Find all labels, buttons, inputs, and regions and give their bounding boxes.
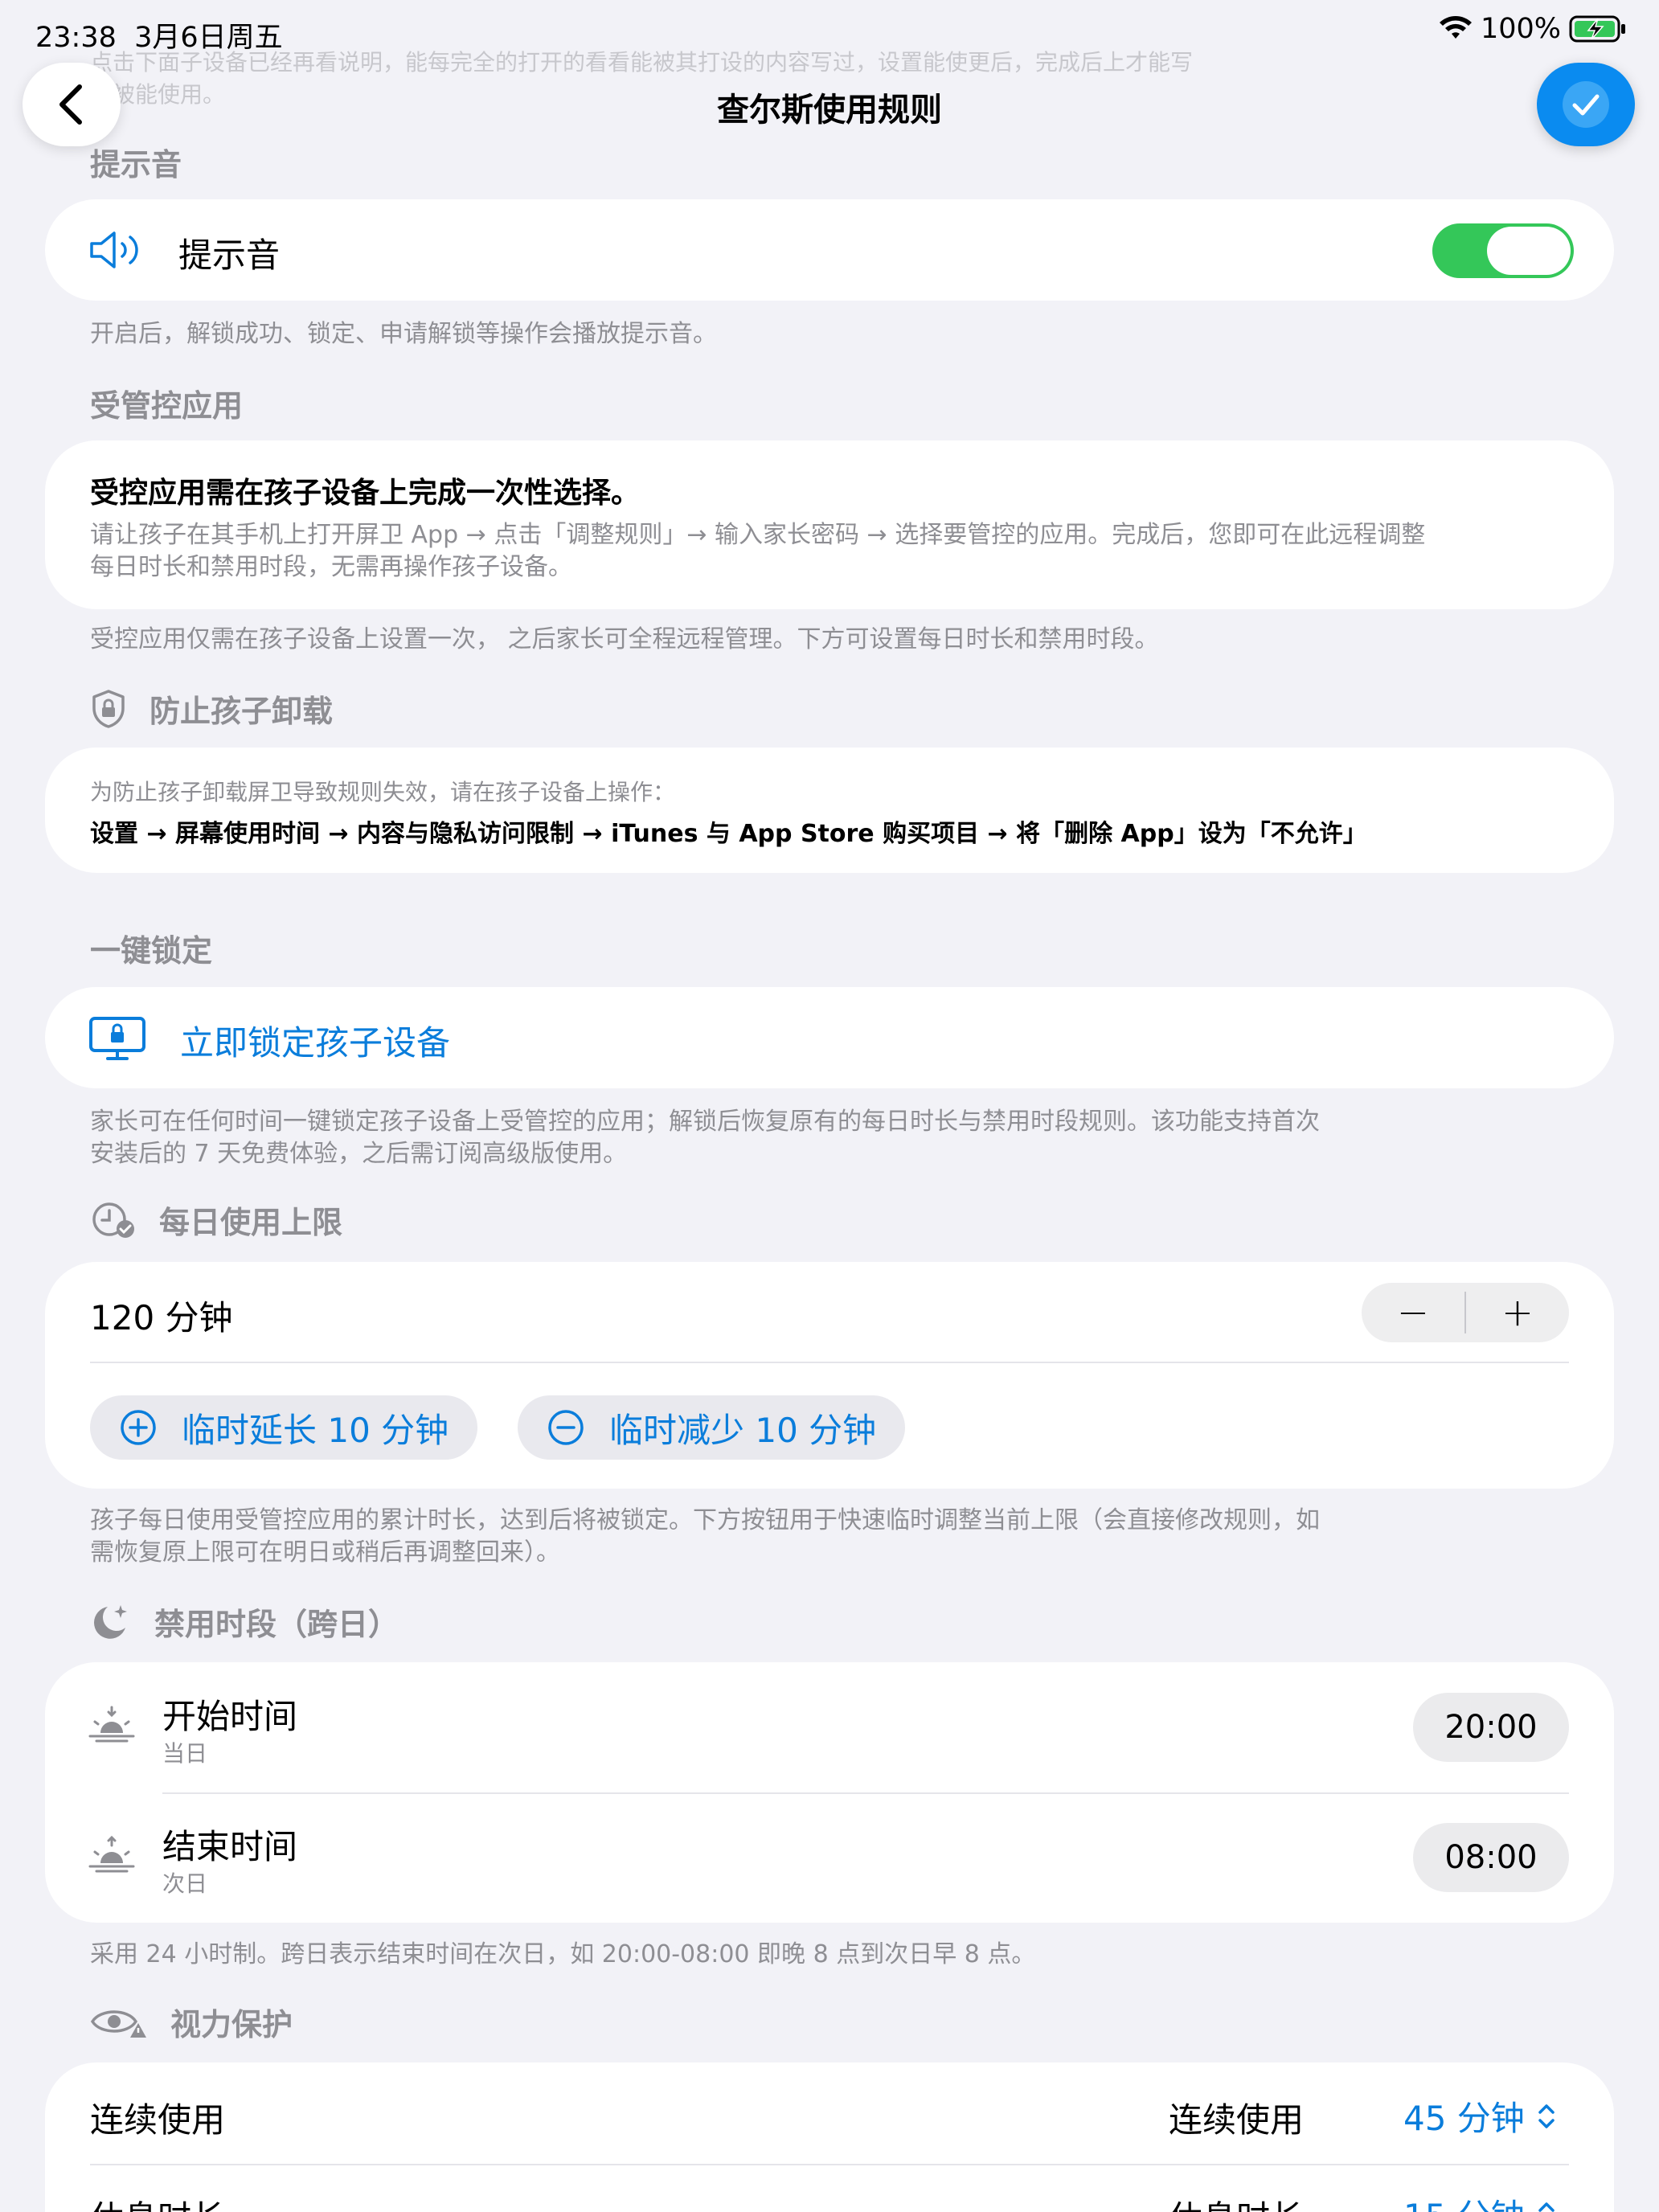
section-title: 提示音 — [90, 147, 182, 182]
battery-charging-icon — [1569, 15, 1625, 43]
sound-toggle[interactable] — [1432, 223, 1574, 278]
rest-label: 休息时长 — [90, 2191, 225, 2212]
managed-apps-card: 受控应用需在孩子设备上完成一次性选择。 请让孩子在其手机上打开屏卫 App → … — [45, 440, 1614, 609]
eye-warning-icon — [90, 2009, 146, 2038]
toggle-knob — [1487, 227, 1571, 275]
section-title: 禁用时段（跨日） — [154, 1607, 399, 1642]
section-header-uninstall: 防止孩子卸载 — [90, 686, 333, 731]
plus-circle-icon — [121, 1410, 156, 1445]
section-title: 一键锁定 — [90, 933, 213, 969]
chevron-up-down-icon — [1538, 2103, 1555, 2128]
moon-stars-icon — [93, 1604, 127, 1639]
desc-line: 请让孩子在其手机上打开屏卫 App → 点击「调整规则」→ 输入家长密码 → 选… — [90, 521, 1426, 549]
rest-value: 15 分钟 — [1403, 2189, 1525, 2212]
downtime-footer: 采用 24 小时制。跨日表示结束时间在次日，如 20:00-08:00 即晚 8… — [90, 1940, 1036, 1968]
section-header-sound: 提示音 — [90, 140, 182, 184]
sunrise-icon — [88, 1835, 135, 1873]
start-time-label: 开始时间 — [162, 1697, 298, 1736]
section-title: 受管控应用 — [90, 388, 244, 424]
managed-apps-title: 受控应用需在孩子设备上完成一次性选择。 — [90, 477, 641, 510]
reduce-10-button[interactable]: 临时减少 10 分钟 — [518, 1395, 906, 1460]
start-time-picker[interactable]: 20:00 — [1413, 1693, 1569, 1762]
section-header-downtime: 禁用时段（跨日） — [90, 1600, 399, 1644]
uninstall-desc: 为防止孩子卸载屏卫导致规则失效，请在孩子设备上操作： — [90, 779, 676, 805]
section-header-eye: 视力保护 — [90, 2000, 293, 2044]
done-button[interactable] — [1537, 63, 1635, 146]
sound-card: 提示音 — [45, 199, 1614, 301]
minus-circle-icon — [548, 1410, 584, 1445]
section-header-managed-apps: 受管控应用 — [90, 381, 243, 425]
wifi-icon — [1439, 16, 1472, 39]
chevron-up-down-icon — [1538, 2202, 1555, 2212]
daily-limit-card: 120 分钟 − + 临时延长 10 分钟 临时减少 10 分钟 — [45, 1262, 1614, 1489]
end-time-sub: 次日 — [162, 1870, 208, 1897]
managed-apps-footer: 受控应用仅需在孩子设备上设置一次， 之后家长可全程远程管理。下方可设置每日时长和… — [90, 625, 1159, 653]
section-header-daily-limit: 每日使用上限 — [90, 1198, 342, 1242]
end-time-label: 结束时间 — [162, 1827, 298, 1866]
continuous-picker-label: 连续使用 — [1169, 2100, 1305, 2140]
section-title: 视力保护 — [170, 2007, 293, 2042]
row-divider — [162, 1792, 1569, 1794]
footer-line: 需恢复原上限可在明日或稍后再调整回来）。 — [90, 1538, 560, 1567]
lock-now-button[interactable]: 立即锁定孩子设备 — [180, 1016, 450, 1065]
reduce-label: 临时减少 10 分钟 — [609, 1410, 877, 1450]
clock-check-icon — [92, 1202, 134, 1238]
footer-line: 家长可在任何时间一键锁定孩子设备上受管控的应用；解锁后恢复原有的每日时长与禁用时… — [90, 1108, 1320, 1136]
managed-apps-desc: 请让孩子在其手机上打开屏卫 App → 点击「调整规则」→ 输入家长密码 → 选… — [90, 519, 1585, 584]
lock-footer: 家长可在任何时间一键锁定孩子设备上受管控的应用；解锁后恢复原有的每日时长与禁用时… — [90, 1106, 1585, 1170]
extend-10-button[interactable]: 临时延长 10 分钟 — [90, 1395, 478, 1460]
extend-label: 临时延长 10 分钟 — [182, 1410, 449, 1450]
section-title: 防止孩子卸载 — [150, 694, 334, 729]
eye-card: 连续使用 连续使用 45 分钟 休息时长 休息时长 15 分钟 — [45, 2062, 1614, 2212]
downtime-card: 开始时间 当日 20:00 结束时间 次日 08:00 — [45, 1662, 1614, 1923]
scrolled-text-line: 点击下面子设备已经再看说明，能每完全的打开的看看能被其打设的内容写过，设置能使更… — [90, 49, 1194, 76]
sunset-icon — [88, 1706, 135, 1743]
section-header-lock: 一键锁定 — [90, 926, 212, 970]
footer-line: 孩子每日使用受管控应用的累计时长，达到后将被锁定。下方按钮用于快速临时调整当前上… — [90, 1506, 1320, 1534]
section-title: 每日使用上限 — [159, 1205, 343, 1240]
daily-limit-value: 120 分钟 — [90, 1298, 233, 1337]
rest-picker-label: 休息时长 — [1169, 2191, 1304, 2212]
continuous-picker[interactable]: 45 分钟 — [1403, 2091, 1557, 2140]
rest-picker[interactable]: 15 分钟 — [1403, 2189, 1557, 2212]
battery-percent: 100% — [1480, 13, 1561, 45]
start-time-sub: 当日 — [162, 1740, 208, 1767]
page-title: 查尔斯使用规则 — [717, 92, 942, 129]
status-indicators: 100% — [1439, 13, 1627, 45]
uninstall-card: 为防止孩子卸载屏卫导致规则失效，请在孩子设备上操作： 设置 → 屏幕使用时间 →… — [45, 748, 1614, 873]
row-divider — [90, 1362, 1569, 1363]
sound-label: 提示音 — [178, 236, 281, 275]
sound-footer: 开启后，解锁成功、锁定、申请解锁等操作会播放提示音。 — [90, 320, 717, 348]
checkmark-icon — [1563, 81, 1609, 128]
desc-line: 每日时长和禁用时段，无需再操作孩子设备。 — [90, 553, 572, 581]
end-time-picker[interactable]: 08:00 — [1413, 1823, 1569, 1892]
increment-button[interactable]: + — [1466, 1283, 1569, 1342]
continuous-value: 45 分钟 — [1403, 2099, 1525, 2138]
speaker-icon — [90, 231, 138, 268]
lock-card[interactable]: 立即锁定孩子设备 — [45, 987, 1614, 1088]
lock-shield-icon — [92, 689, 125, 728]
row-divider — [90, 2164, 1569, 2165]
locked-display-icon — [89, 1017, 145, 1060]
decrement-button[interactable]: − — [1362, 1283, 1464, 1342]
footer-line: 安装后的 7 天免费体验，之后需订阅高级版使用。 — [90, 1140, 628, 1168]
daily-limit-footer: 孩子每日使用受管控应用的累计时长，达到后将被锁定。下方按钮用于快速临时调整当前上… — [90, 1505, 1585, 1569]
daily-limit-stepper[interactable]: − + — [1362, 1283, 1569, 1342]
uninstall-path: 设置 → 屏幕使用时间 → 内容与隐私访问限制 → iTunes 与 App S… — [90, 820, 1367, 848]
continuous-label: 连续使用 — [90, 2100, 226, 2140]
